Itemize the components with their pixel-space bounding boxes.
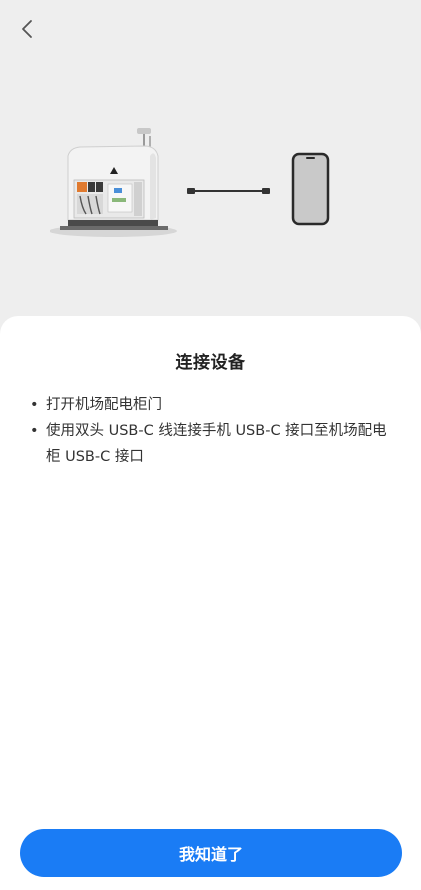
bottom-sheet: 连接设备 • 打开机场配电柜门 • 使用双头 USB-C 线连接手机 USB-C… [0,316,421,890]
bullet: • [30,397,39,413]
sheet-title: 连接设备 [175,353,246,373]
connection-illustration [50,128,330,237]
bullet: • [30,423,39,439]
list-item: • 打开机场配电柜门 [28,392,400,418]
instruction-list: • 打开机场配电柜门 • 使用双头 USB-C 线连接手机 USB-C 接口至机… [28,392,400,470]
usb-c-cable-icon [187,188,270,194]
list-item: • 使用双头 USB-C 线连接手机 USB-C 接口至机场配电柜 USB-C … [28,418,400,470]
hero-area [0,0,421,340]
phone-icon [291,152,330,226]
instruction-text: 使用双头 USB-C 线连接手机 USB-C 接口至机场配电柜 USB-C 接口 [46,423,387,465]
confirm-button[interactable]: 我知道了 [20,829,402,877]
chevron-left-icon [22,20,32,38]
instruction-text: 打开机场配电柜门 [46,397,162,413]
back-button[interactable] [12,14,42,44]
dock-cabinet-image [50,128,177,237]
